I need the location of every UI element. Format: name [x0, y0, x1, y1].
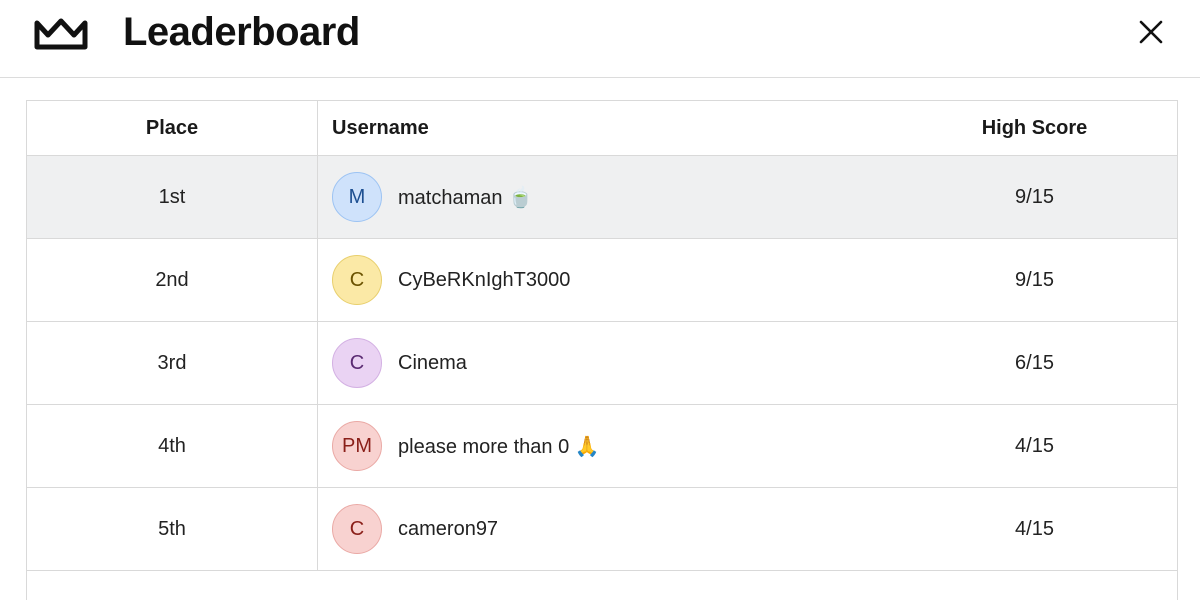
leaderboard-header: Leaderboard	[0, 0, 1200, 78]
column-header-high-score: High Score	[892, 101, 1177, 156]
username-cell: Ccameron97	[317, 487, 892, 571]
table-header-row: Place Username High Score	[27, 101, 1177, 156]
page-title: Leaderboard	[123, 10, 360, 54]
place-cell: 4th	[27, 404, 318, 488]
user-info: C CyBeRKnIghT3000	[332, 255, 892, 305]
place-cell: 5th	[27, 487, 318, 571]
high-score-cell: 9/15	[892, 155, 1177, 239]
table-row: 3rd C Cinema 6/15	[27, 321, 1177, 405]
username-cell: PM please more than 0 🙏	[317, 404, 892, 488]
username-label: please more than 0 🙏	[398, 435, 600, 458]
place-cell: 3rd	[27, 321, 318, 405]
username-cell: C CyBeRKnIghT3000	[317, 238, 892, 322]
table-row: 5th Ccameron97 4/15	[27, 487, 1177, 571]
avatar: C	[332, 338, 382, 388]
crown-icon	[34, 18, 88, 50]
username-label: matchaman 🍵	[398, 186, 533, 209]
username-label: cameron97	[398, 517, 499, 540]
username-label: CyBeRKnIghT3000	[398, 268, 571, 291]
username-cell: Mmatchaman 🍵	[317, 155, 892, 239]
table-row: 1st Mmatchaman 🍵 9/15	[27, 155, 1177, 239]
table-row: 2nd C CyBeRKnIghT3000 9/15	[27, 238, 1177, 322]
user-info: PM please more than 0 🙏	[332, 421, 892, 471]
table-row: 4th PM please more than 0 🙏 4/15	[27, 404, 1177, 488]
avatar: C	[332, 504, 382, 554]
avatar: M	[332, 172, 382, 222]
avatar: C	[332, 255, 382, 305]
user-info: C Cinema	[332, 338, 892, 388]
close-icon[interactable]	[1137, 18, 1165, 46]
column-header-place: Place	[27, 101, 318, 156]
high-score-cell: 4/15	[892, 404, 1177, 488]
username-cell: C Cinema	[317, 321, 892, 405]
column-header-username: Username	[317, 101, 892, 156]
place-cell: 1st	[27, 155, 318, 239]
high-score-cell: 4/15	[892, 487, 1177, 571]
high-score-cell: 9/15	[892, 238, 1177, 322]
leaderboard-table: Place Username High Score 1st Mmatchaman …	[26, 100, 1178, 600]
place-cell: 2nd	[27, 238, 318, 322]
username-label: Cinema	[398, 351, 467, 374]
high-score-cell: 6/15	[892, 321, 1177, 405]
user-info: Mmatchaman 🍵	[332, 172, 892, 222]
user-info: Ccameron97	[332, 504, 892, 554]
avatar: PM	[332, 421, 382, 471]
